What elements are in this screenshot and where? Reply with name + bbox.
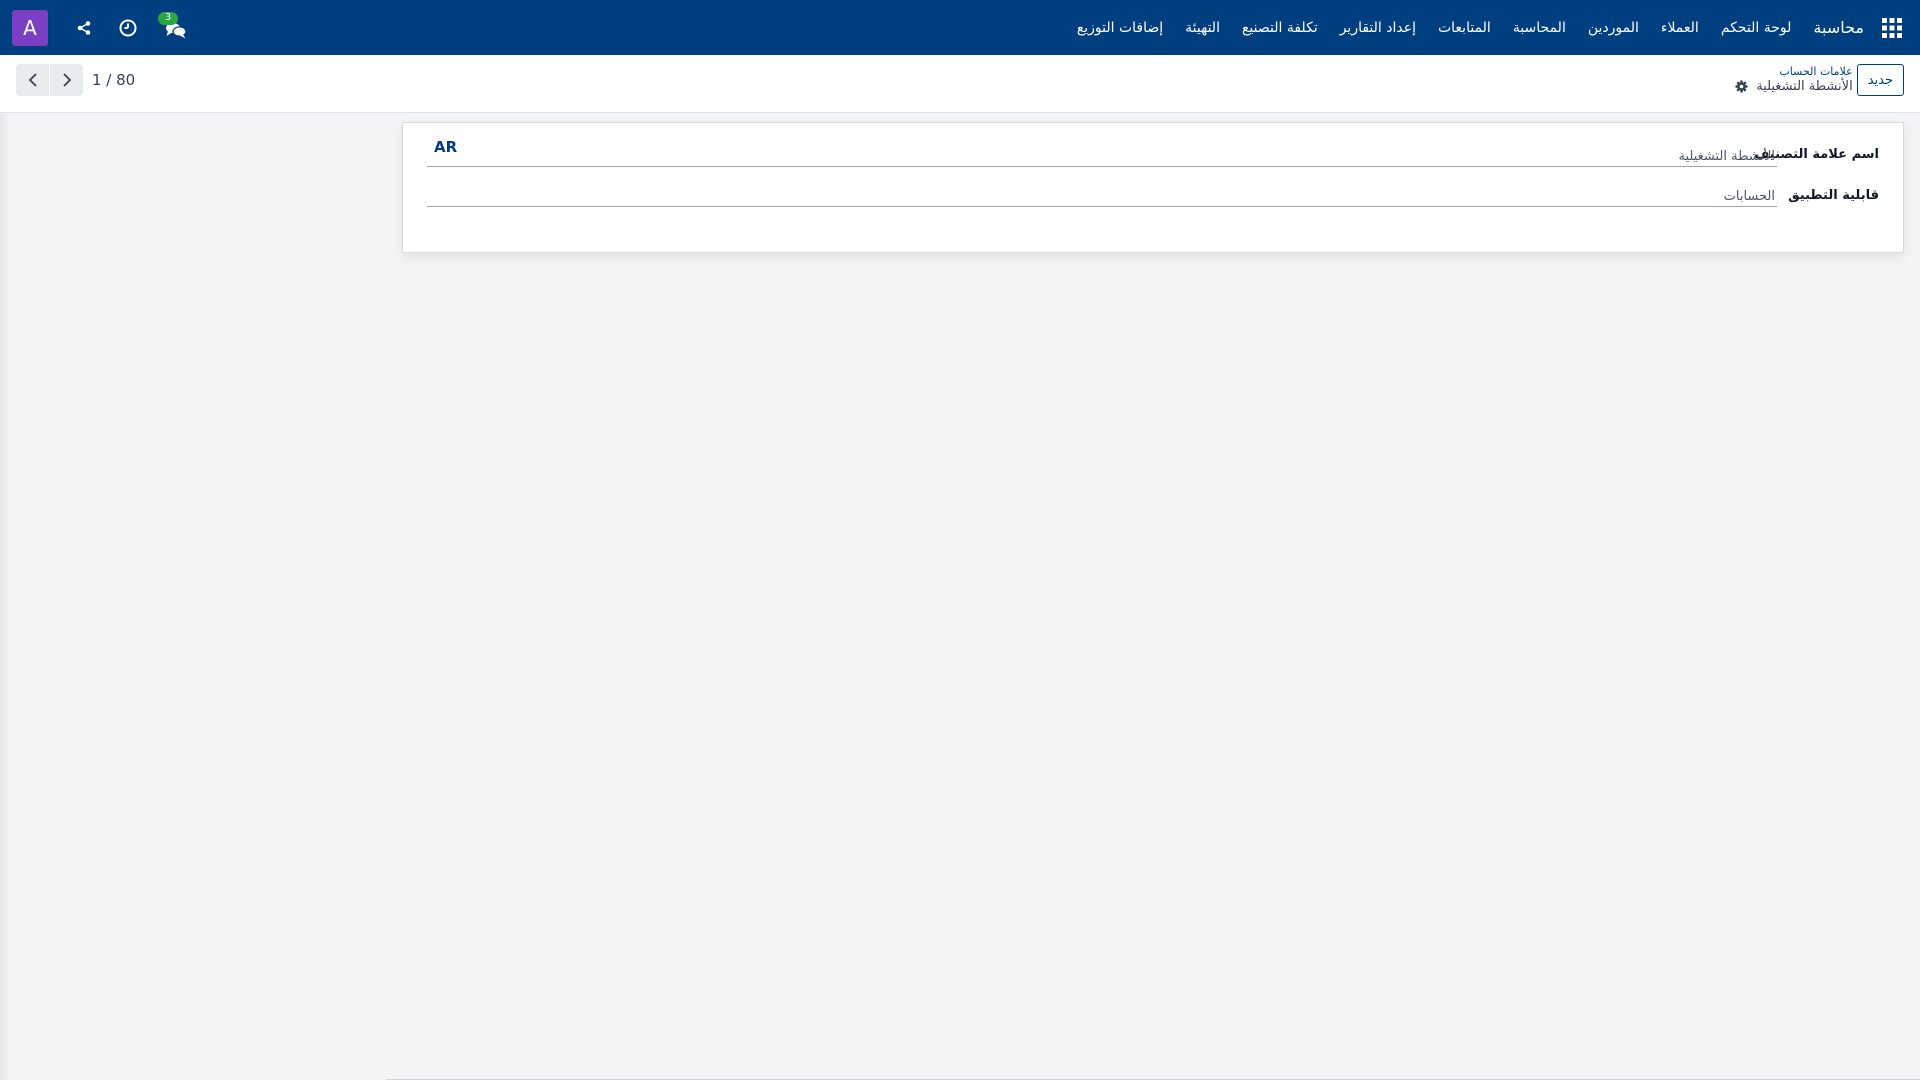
pager-value[interactable]: 1 / 80 xyxy=(92,71,135,89)
pager: 1 / 80 xyxy=(16,64,135,96)
menu-followups[interactable]: المتابعات xyxy=(1438,20,1491,36)
field-tag-name: اسم علامة التصنيف الأنشطة التشغيلية AR xyxy=(403,138,1903,181)
menu-reporting[interactable]: إعداد التقارير xyxy=(1340,20,1416,36)
menu-manufacturing-cost[interactable]: تكلفة التصنيع xyxy=(1242,20,1318,36)
share-icon[interactable] xyxy=(68,12,100,44)
translate-language-button[interactable]: AR xyxy=(434,138,457,156)
apps-grid-icon[interactable] xyxy=(1874,10,1910,46)
pager-next-button[interactable] xyxy=(50,64,83,96)
clock-icon[interactable] xyxy=(112,12,144,44)
chevron-right-icon xyxy=(62,73,71,87)
chat-counter-badge: 3 xyxy=(158,11,178,25)
field-label-applicability: قابلية التطبيق xyxy=(1788,188,1879,203)
breadcrumb-current: الأنشطة التشغيلية xyxy=(1756,78,1853,94)
applicability-select[interactable]: الحسابات xyxy=(427,181,1777,207)
breadcrumb-parent-link[interactable]: علامات الحساب xyxy=(1779,65,1852,78)
new-button[interactable]: جديد xyxy=(1856,64,1904,96)
systray: A 3 xyxy=(12,0,196,55)
app-name-link[interactable]: محاسبة xyxy=(1813,18,1864,37)
main-menu: محاسبة لوحة التحكم العملاء الموردين المح… xyxy=(1055,0,1910,55)
menu-distribution-addons[interactable]: إضافات التوزيع xyxy=(1077,20,1163,36)
field-applicability: قابلية التطبيق الحسابات xyxy=(403,181,1903,221)
chat-icon[interactable]: 3 xyxy=(156,11,196,44)
form-sheet: اسم علامة التصنيف الأنشطة التشغيلية AR ق… xyxy=(402,122,1904,253)
tag-name-input[interactable]: الأنشطة التشغيلية AR xyxy=(427,138,1777,167)
tag-name-value: الأنشطة التشغيلية xyxy=(1678,149,1776,164)
breadcrumb: علامات الحساب الأنشطة التشغيلية xyxy=(1735,65,1853,96)
left-shadow-strip xyxy=(0,114,10,1080)
user-avatar[interactable]: A xyxy=(12,9,48,46)
menu-configuration[interactable]: التهيئة xyxy=(1185,20,1220,36)
menu-dashboard[interactable]: لوحة التحكم xyxy=(1721,20,1792,36)
applicability-value: الحسابات xyxy=(1723,189,1775,204)
menu-vendors[interactable]: الموردين xyxy=(1588,20,1639,36)
menu-accounting[interactable]: المحاسبة xyxy=(1513,20,1566,36)
control-panel: 1 / 80 جديد علامات الحساب الأنشطة التشغي… xyxy=(0,55,1920,113)
menu-customers[interactable]: العملاء xyxy=(1661,20,1699,36)
breadcrumb-area: جديد علامات الحساب الأنشطة التشغيلية xyxy=(1735,63,1904,97)
top-navbar: A 3 محاسبة لوحة التحكم العملاء الموردين … xyxy=(0,0,1920,55)
chevron-left-icon xyxy=(28,73,37,87)
pager-previous-button[interactable] xyxy=(16,64,49,96)
gear-icon[interactable] xyxy=(1735,80,1748,93)
